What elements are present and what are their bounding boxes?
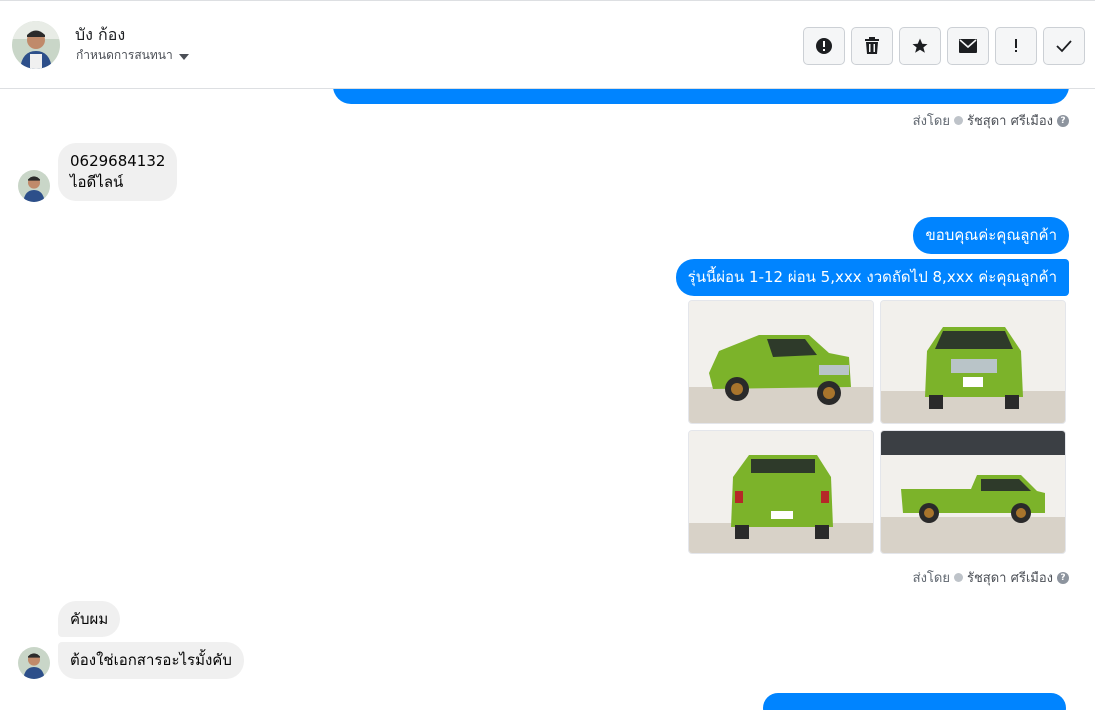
assign-label: กำหนดการสนทนา: [76, 48, 173, 62]
contact-avatar-small: [18, 170, 50, 202]
check-icon: [1056, 40, 1072, 53]
help-icon[interactable]: ?: [1057, 571, 1069, 584]
conversation-header: บัง ก้อง กำหนดการสนทนา: [0, 0, 1095, 89]
message-thread[interactable]: ส่งโดย รัชสุดา ศรีเมือง ? 0629684132 ไอด…: [0, 89, 1095, 710]
message-bubble-outgoing[interactable]: รุ่นนี้ผ่อน 1-12 ผ่อน 5,xxx งวดถัดไป 8,x…: [675, 259, 1069, 296]
photo-attachment[interactable]: [688, 300, 874, 424]
trash-icon: [865, 37, 879, 54]
star-icon: [912, 38, 928, 53]
envelope-icon: [959, 39, 977, 53]
contact-avatar-small: [18, 647, 50, 679]
photo-attachment[interactable]: [880, 300, 1066, 424]
help-icon[interactable]: ?: [1057, 114, 1069, 127]
sent-by-label: ส่งโดย รัชสุดา ศรีเมือง ?: [913, 110, 1069, 131]
assign-conversation-dropdown[interactable]: กำหนดการสนทนา: [76, 46, 189, 65]
alert-circle-icon: [816, 38, 832, 54]
sent-by-label: ส่งโดย รัชสุดา ศรีเมือง ?: [913, 567, 1069, 588]
chevron-down-icon: [178, 53, 189, 60]
delete-button[interactable]: [851, 27, 893, 65]
message-bubble-incoming[interactable]: ต้องใช่เอกสารอะไรมั้งคับ: [58, 642, 244, 679]
message-bubble-outgoing-truncated[interactable]: [763, 693, 1066, 710]
message-bubble-incoming[interactable]: 0629684132 ไอดีไลน์: [58, 143, 178, 201]
report-button[interactable]: [803, 27, 845, 65]
mark-done-button[interactable]: [1043, 27, 1085, 65]
page-icon: [953, 573, 963, 582]
sender-name[interactable]: รัชสุดา ศรีเมือง: [967, 110, 1053, 131]
message-bubble-outgoing[interactable]: ขอบคุณค่ะคุณลูกค้า: [913, 217, 1069, 254]
header-actions: [803, 27, 1085, 65]
mark-unread-button[interactable]: [947, 27, 989, 65]
photo-attachment[interactable]: [688, 430, 874, 554]
sent-by-prefix: ส่งโดย: [912, 571, 950, 586]
contact-avatar[interactable]: [12, 21, 60, 69]
message-bubble-incoming[interactable]: คับผม: [58, 601, 121, 637]
message-text-line: ไอดีไลน์: [70, 173, 124, 191]
exclamation-icon: [1015, 39, 1017, 52]
page-icon: [953, 116, 963, 125]
message-text-line: 0629684132: [70, 152, 166, 170]
contact-name[interactable]: บัง ก้อง: [75, 23, 125, 48]
spam-button[interactable]: [995, 27, 1037, 65]
sender-name[interactable]: รัชสุดา ศรีเมือง: [967, 567, 1053, 588]
photo-attachment[interactable]: [880, 430, 1066, 554]
message-bubble-outgoing-truncated[interactable]: [333, 89, 1069, 104]
sent-by-prefix: ส่งโดย: [912, 114, 950, 129]
star-button[interactable]: [899, 27, 941, 65]
